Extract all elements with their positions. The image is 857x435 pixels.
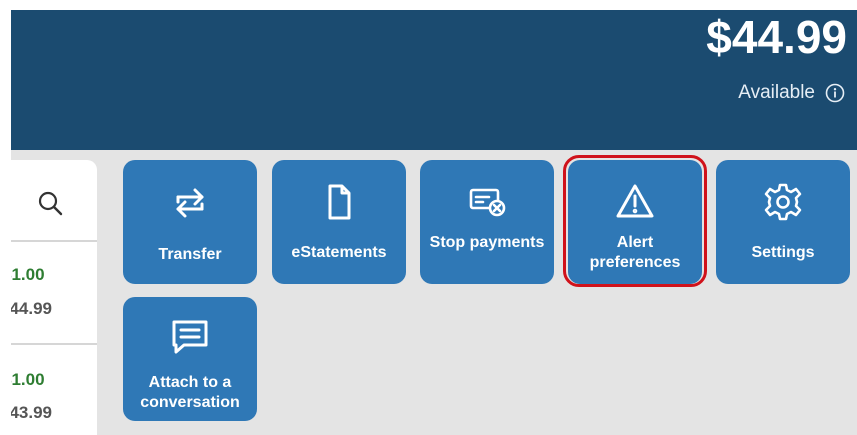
account-balance: $44.99: [706, 11, 847, 63]
available-row: Available: [738, 82, 845, 104]
chat-message-icon: [168, 315, 212, 359]
search-icon[interactable]: [37, 190, 63, 216]
transaction-balance: $43.99: [11, 403, 52, 422]
transfer-arrows-icon: [168, 180, 212, 224]
transaction-balance: $44.99: [11, 299, 52, 318]
highlight-outline: [563, 155, 707, 287]
transaction-amount: $1.00: [11, 370, 45, 389]
stop-payments-button[interactable]: Stop payments: [420, 160, 554, 284]
estatements-button[interactable]: eStatements: [272, 160, 406, 284]
tile-label: Transfer: [158, 246, 222, 263]
account-detail-page: $44.99 Available $1.00 $44.99 $1.00 $4: [0, 0, 857, 435]
tile-label: Attach to a conversation: [140, 374, 240, 411]
info-icon[interactable]: [825, 83, 845, 103]
tile-label: eStatements: [291, 244, 387, 261]
stop-check-icon: [465, 180, 509, 224]
document-icon: [317, 180, 361, 224]
tile-label: Settings: [751, 244, 815, 261]
available-label: Available: [738, 82, 815, 103]
divider: [11, 343, 97, 345]
divider: [11, 240, 97, 242]
transfer-button[interactable]: Transfer: [123, 160, 257, 284]
attach-conversation-button[interactable]: Attach to a conversation: [123, 297, 257, 421]
transactions-panel: $1.00 $44.99 $1.00 $43.99: [11, 160, 97, 435]
tile-label: Stop payments: [429, 234, 545, 251]
transaction-amount: $1.00: [11, 265, 45, 284]
settings-button[interactable]: Settings: [716, 160, 850, 284]
gear-icon: [761, 180, 805, 224]
